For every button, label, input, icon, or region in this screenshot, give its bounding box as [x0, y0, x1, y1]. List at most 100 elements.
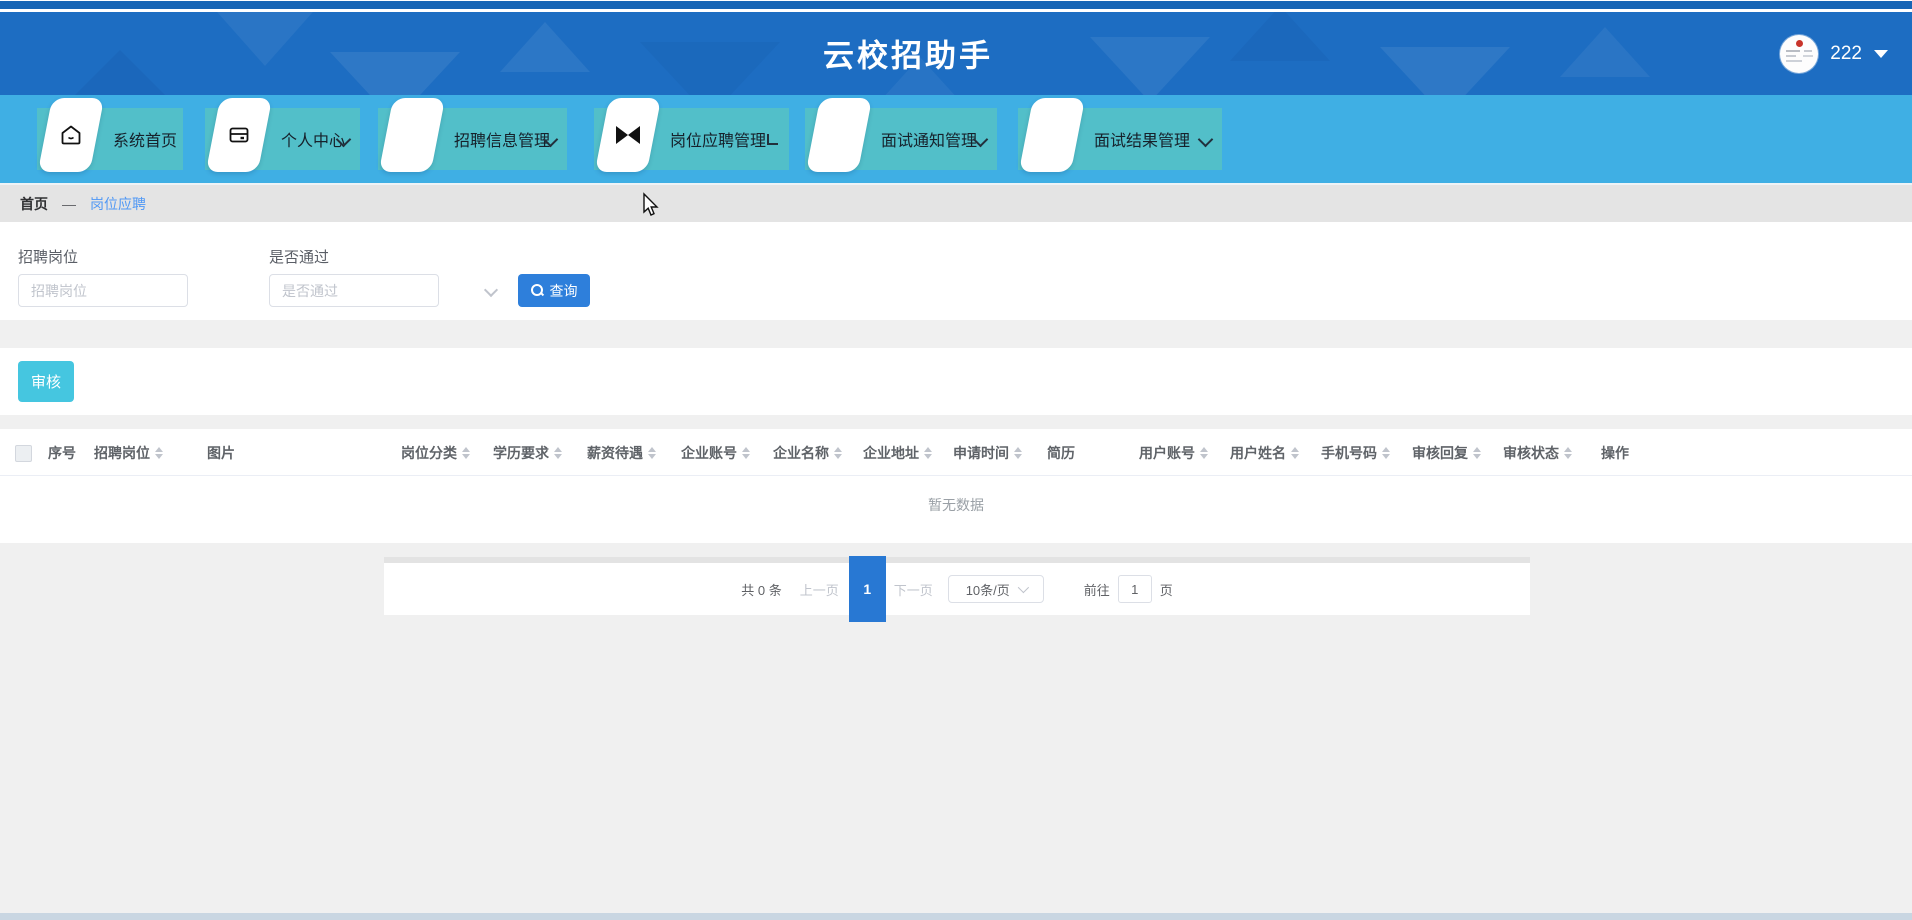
next-page-button[interactable]: 下一页	[894, 580, 933, 599]
column-header[interactable]: 学历要求	[493, 443, 587, 463]
sort-icon	[1473, 447, 1481, 459]
job-filter-label: 招聘岗位	[18, 246, 78, 267]
home-icon	[45, 98, 97, 172]
main-nav: 系统首页 个人中心 招聘信息管理 岗位应聘管理	[0, 95, 1912, 183]
sort-icon	[554, 447, 562, 459]
pass-filter-placeholder: 是否通过	[282, 281, 338, 301]
sort-icon	[462, 447, 470, 459]
prev-page-button[interactable]: 上一页	[800, 580, 839, 599]
nav-label: 招聘信息管理	[454, 108, 550, 170]
breadcrumb: 首页 — 岗位应聘	[0, 185, 1912, 222]
chevron-down-icon[interactable]	[1874, 50, 1888, 58]
column-header[interactable]: 申请时间	[953, 443, 1047, 463]
page-title: 云校招助手	[823, 30, 993, 75]
nav-label: 岗位应聘管理	[670, 108, 766, 170]
breadcrumb-home[interactable]: 首页	[20, 194, 48, 214]
bowtie-icon	[602, 98, 654, 172]
goto-page-suffix: 页	[1160, 580, 1173, 599]
nav-item-job-apply-mgmt[interactable]: 岗位应聘管理	[594, 108, 789, 170]
pass-filter-label: 是否通过	[269, 246, 329, 267]
audit-button[interactable]: 审核	[18, 361, 74, 402]
header-pattern-triangle	[210, 12, 320, 66]
pagination-bar: 共 0 条 上一页 1 下一页 10条/页 前往 页	[384, 563, 1530, 615]
column-header[interactable]: 用户账号	[1139, 443, 1230, 463]
chevron-down-icon	[1018, 582, 1029, 593]
search-button[interactable]: 查询	[518, 274, 590, 307]
sort-icon	[155, 447, 163, 459]
top-window-strip	[0, 0, 1912, 12]
column-header[interactable]: 企业名称	[773, 443, 863, 463]
sort-icon	[1291, 447, 1299, 459]
chevron-down-icon	[484, 283, 498, 297]
user-name: 222	[1830, 43, 1862, 65]
chevron-corner-icon	[767, 134, 778, 145]
audit-panel: 审核	[0, 348, 1912, 415]
sort-icon	[924, 447, 932, 459]
sort-icon	[1382, 447, 1390, 459]
goto-page-input[interactable]	[1118, 575, 1152, 603]
header-pattern-triangle	[60, 50, 180, 95]
nav-item-system-home[interactable]: 系统首页	[37, 108, 183, 170]
filter-panel: 招聘岗位 是否通过 是否通过 查询	[0, 222, 1912, 320]
select-all-checkbox[interactable]	[15, 445, 32, 462]
header-pattern-triangle	[1230, 12, 1330, 61]
nav-item-interview-notice-mgmt[interactable]: 面试通知管理	[805, 108, 997, 170]
column-header: 操作	[1601, 443, 1661, 463]
pagination-total: 共 0 条	[741, 580, 781, 599]
sort-icon	[834, 447, 842, 459]
id-card-icon	[213, 98, 265, 172]
header-pattern-triangle	[640, 42, 780, 95]
top-window-strip-bar	[0, 1, 1912, 9]
app-header: 云校招助手 222	[0, 12, 1912, 95]
sort-icon	[1200, 447, 1208, 459]
screen: 云校招助手 222 系统首页	[0, 0, 1912, 920]
data-table: 序号 招聘岗位 图片 岗位分类 学历要求 薪资待遇 企业账号 企业名称 企业地址…	[0, 429, 1912, 543]
sort-icon	[742, 447, 750, 459]
user-menu[interactable]: 222	[1780, 12, 1888, 95]
sort-icon	[648, 447, 656, 459]
column-header[interactable]: 岗位分类	[401, 443, 493, 463]
nav-item-recruit-info-mgmt[interactable]: 招聘信息管理	[378, 108, 567, 170]
current-page-button[interactable]: 1	[849, 556, 886, 622]
column-header[interactable]: 审核状态	[1503, 443, 1601, 463]
select-all-cell	[0, 445, 48, 462]
column-header[interactable]: 企业账号	[681, 443, 773, 463]
column-header: 序号	[48, 443, 94, 463]
grid-4-icon	[1026, 98, 1078, 172]
search-icon	[531, 284, 544, 297]
goto-page-label: 前往	[1084, 580, 1110, 599]
breadcrumb-current[interactable]: 岗位应聘	[90, 194, 146, 214]
header-pattern-triangle	[1090, 37, 1210, 95]
column-header[interactable]: 招聘岗位	[94, 443, 207, 463]
avatar-emblem	[1796, 40, 1803, 47]
column-header[interactable]: 用户姓名	[1230, 443, 1321, 463]
nav-label: 面试结果管理	[1094, 108, 1190, 170]
nav-item-personal-center[interactable]: 个人中心	[205, 108, 360, 170]
empty-state-text: 暂无数据	[0, 495, 1912, 515]
column-header[interactable]: 企业地址	[863, 443, 953, 463]
sort-icon	[1014, 447, 1022, 459]
grid-9-icon	[386, 98, 438, 172]
pass-filter-select[interactable]: 是否通过	[269, 274, 439, 307]
header-pattern-triangle	[1380, 47, 1510, 95]
page-size-select[interactable]: 10条/页	[948, 575, 1044, 603]
header-pattern-triangle	[330, 52, 460, 95]
column-header[interactable]: 审核回复	[1412, 443, 1503, 463]
header-pattern-triangle	[500, 22, 590, 72]
column-header[interactable]: 薪资待遇	[587, 443, 681, 463]
sort-icon	[1564, 447, 1572, 459]
nav-item-interview-result-mgmt[interactable]: 面试结果管理	[1018, 108, 1222, 170]
grid-4-icon	[813, 98, 865, 172]
header-pattern-triangle	[1560, 27, 1650, 77]
job-filter-input[interactable]	[18, 274, 188, 307]
nav-label: 系统首页	[113, 108, 177, 170]
breadcrumb-separator: —	[62, 196, 76, 212]
chevron-down-icon	[1198, 132, 1214, 148]
avatar[interactable]	[1780, 35, 1818, 73]
bottom-window-strip	[0, 913, 1912, 920]
table-header-row: 序号 招聘岗位 图片 岗位分类 学历要求 薪资待遇 企业账号 企业名称 企业地址…	[0, 439, 1912, 476]
column-header[interactable]: 手机号码	[1321, 443, 1412, 463]
column-header: 简历	[1047, 443, 1139, 463]
column-header: 图片	[207, 443, 401, 463]
nav-label: 面试通知管理	[881, 108, 977, 170]
